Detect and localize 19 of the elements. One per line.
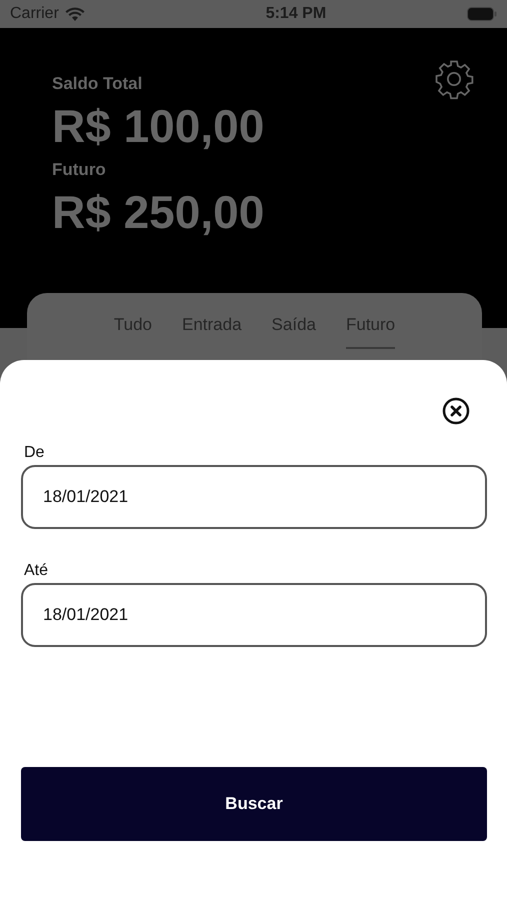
future-amount: R$ 250,00: [52, 185, 264, 240]
balance-amount: R$ 100,00: [52, 99, 264, 154]
wifi-icon: [64, 6, 85, 22]
field-label: De: [23, 443, 46, 463]
tab[interactable]: Saída: [272, 313, 316, 349]
future-label: Futuro: [52, 159, 106, 181]
field-label: Até: [23, 561, 50, 581]
carrier-name: Carrier: [10, 4, 59, 24]
search-button[interactable]: Buscar: [21, 767, 487, 841]
balance-label: Saldo Total: [52, 73, 142, 95]
tab[interactable]: Futuro: [346, 313, 396, 349]
tab[interactable]: Tudo: [114, 313, 152, 349]
close-icon[interactable]: [442, 397, 470, 425]
status-time: 5:14 PM: [266, 4, 326, 24]
battery-icon: [466, 7, 497, 21]
tab[interactable]: Entrada: [182, 313, 242, 349]
settings-icon[interactable]: [433, 58, 475, 100]
date-field[interactable]: 18/01/2021: [21, 465, 487, 529]
date-field[interactable]: 18/01/2021: [21, 583, 487, 647]
